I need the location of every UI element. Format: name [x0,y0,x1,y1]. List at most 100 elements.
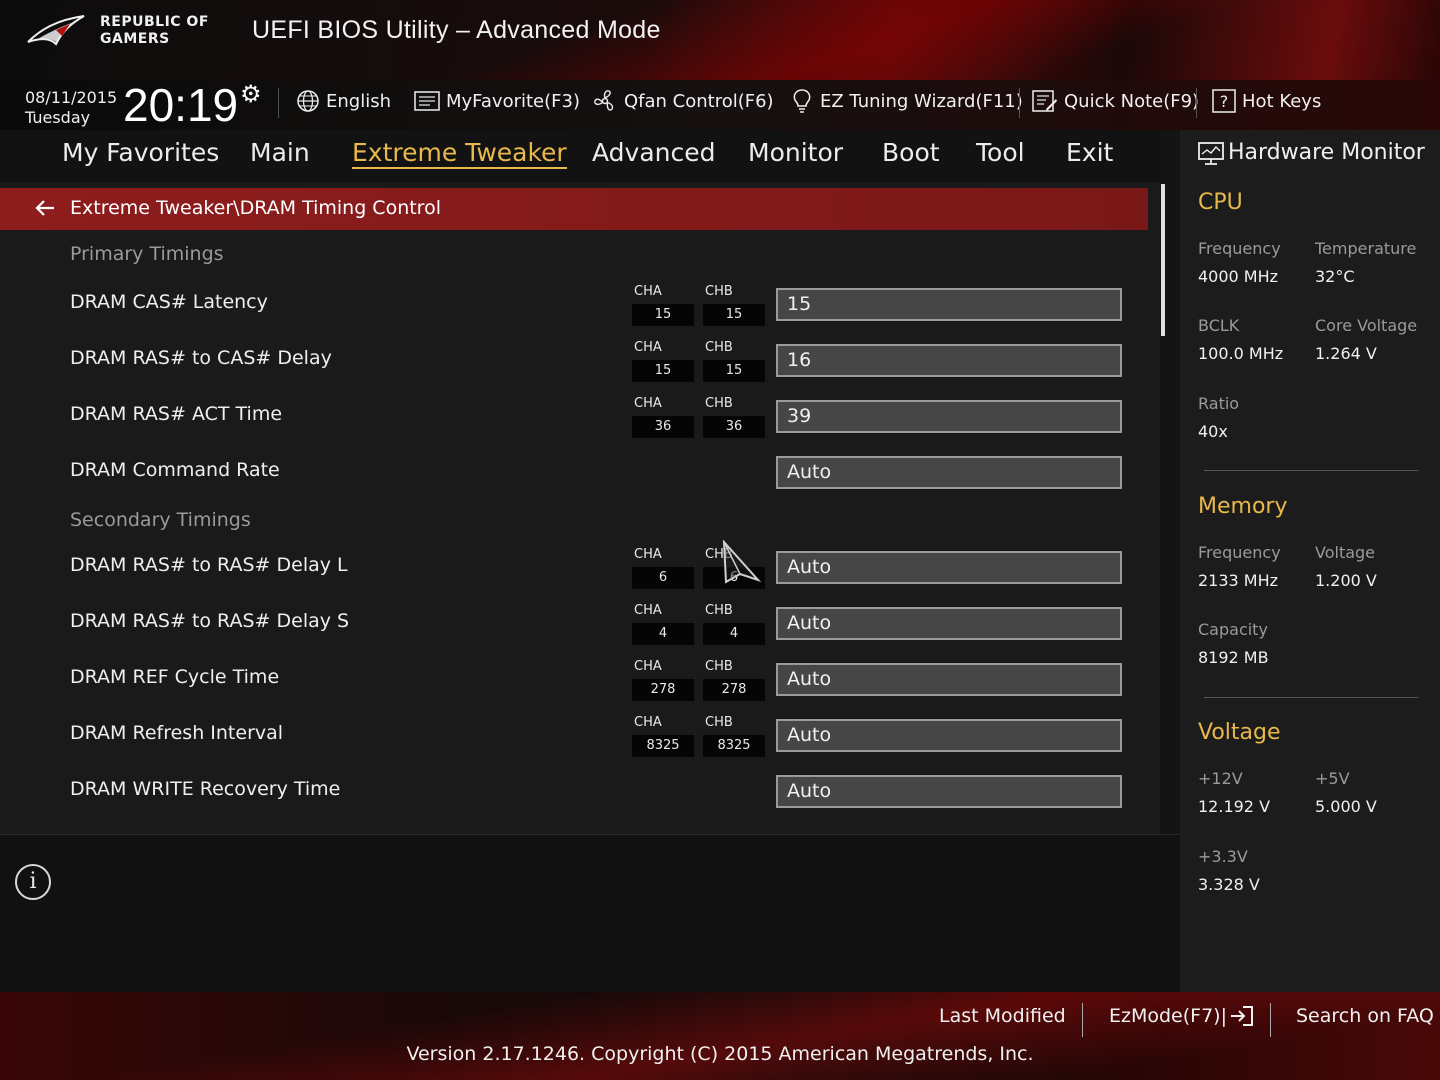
cha-value: 4 [632,623,694,645]
v12-label: +12V [1198,769,1243,788]
row-label-ras-to-ras-delay-l[interactable]: DRAM RAS# to RAS# Delay L [70,554,348,576]
ras-to-ras-delay-l-select[interactable]: Auto [776,551,1122,584]
cpu-frequency-value: 4000 MHz [1198,267,1279,286]
row-label-ref-cycle-time[interactable]: DRAM REF Cycle Time [70,666,279,688]
ez-tuning-wizard-button[interactable]: EZ Tuning Wizard(F11) [790,88,1023,114]
ratio-value: 40x [1198,422,1228,441]
chb-indicator: CHB 15 [703,340,765,382]
main-nav: My Favorites Main Extreme Tweaker Advanc… [0,130,1160,182]
memory-frequency-label: Frequency [1198,543,1281,562]
cha-value: 278 [632,679,694,701]
divider [1204,470,1418,471]
core-voltage-value: 1.264 V [1315,344,1377,363]
question-icon: ? [1212,89,1236,113]
chb-label: CHB [705,603,733,618]
row-label-ras-act-time[interactable]: DRAM RAS# ACT Time [70,403,282,425]
ref-cycle-time-select[interactable]: Auto [776,663,1122,696]
ezmode-button[interactable]: EzMode(F7)| [1109,1005,1255,1027]
search-faq-button[interactable]: Search on FAQ [1296,1005,1434,1027]
divider [1204,697,1418,698]
cha-indicator: CHA 36 [632,396,694,438]
v12-value: 12.192 V [1198,797,1271,816]
memory-section-title: Memory [1198,494,1288,519]
hot-keys-label: Hot Keys [1242,90,1322,112]
breadcrumb-path: Extreme Tweaker\DRAM Timing Control [70,197,441,219]
tab-my-favorites[interactable]: My Favorites [62,138,219,167]
v33-value: 3.328 V [1198,875,1260,894]
row-label-write-recovery-time[interactable]: DRAM WRITE Recovery Time [70,778,340,800]
language-button[interactable]: English [296,88,391,114]
cha-value: 6 [632,567,694,589]
ras-to-cas-delay-input[interactable]: 16 [776,344,1122,377]
cha-label: CHA [634,715,662,730]
cha-label: CHA [634,340,662,355]
favorite-list-icon [414,91,440,111]
chb-value: 36 [703,416,765,438]
refresh-interval-select[interactable]: Auto [776,719,1122,752]
section-secondary-timings: Secondary Timings [70,509,251,531]
ras-to-ras-delay-s-select[interactable]: Auto [776,607,1122,640]
cha-indicator: CHA 6 [632,547,694,589]
cha-indicator: CHA 15 [632,340,694,382]
chb-indicator: CHB 36 [703,396,765,438]
command-rate-select[interactable]: Auto [776,456,1122,489]
brand-text: REPUBLIC OF GAMERS [100,14,209,48]
chb-label: CHB [705,659,733,674]
tab-tool[interactable]: Tool [976,138,1025,167]
chb-value: 15 [703,360,765,382]
row-label-ras-to-cas-delay[interactable]: DRAM RAS# to CAS# Delay [70,347,332,369]
app-title: UEFI BIOS Utility – Advanced Mode [252,16,661,44]
cha-label: CHA [634,603,662,618]
write-recovery-time-select[interactable]: Auto [776,775,1122,808]
qfan-control-label: Qfan Control(F6) [624,90,774,112]
row-label-refresh-interval[interactable]: DRAM Refresh Interval [70,722,283,744]
toolbar: 08/11/2015 Tuesday 20:19 ⚙ English MyFav… [0,79,1440,131]
chb-label: CHB [705,715,733,730]
info-icon[interactable]: i [15,864,51,900]
exit-arrow-icon [1231,1006,1253,1026]
chb-indicator: CHB 15 [703,284,765,326]
cha-label: CHA [634,659,662,674]
memory-voltage-value: 1.200 V [1315,571,1377,590]
chb-value: 8325 [703,735,765,757]
myfavorite-button[interactable]: MyFavorite(F3) [414,88,580,114]
cpu-section-title: CPU [1198,190,1243,215]
tab-advanced[interactable]: Advanced [592,138,716,167]
row-label-command-rate[interactable]: DRAM Command Rate [70,459,280,481]
tab-extreme-tweaker[interactable]: Extreme Tweaker [352,138,567,169]
quick-note-button[interactable]: Quick Note(F9) [1032,88,1199,114]
cas-latency-input[interactable]: 15 [776,288,1122,321]
row-label-cas-latency[interactable]: DRAM CAS# Latency [70,291,268,313]
bclk-value: 100.0 MHz [1198,344,1284,363]
v5-value: 5.000 V [1315,797,1377,816]
mouse-cursor-icon [722,540,762,584]
tab-exit[interactable]: Exit [1066,138,1113,167]
tab-boot[interactable]: Boot [882,138,940,167]
svg-text:?: ? [1220,92,1229,111]
row-label-ras-to-ras-delay-s[interactable]: DRAM RAS# to RAS# Delay S [70,610,349,632]
memory-frequency-value: 2133 MHz [1198,571,1279,590]
hot-keys-button[interactable]: ? Hot Keys [1212,88,1321,114]
memory-voltage-label: Voltage [1315,543,1376,562]
gear-icon[interactable]: ⚙ [240,80,262,108]
last-modified-button[interactable]: Last Modified [939,1005,1066,1027]
bclk-label: BCLK [1198,316,1240,335]
scrollbar[interactable] [1161,184,1165,336]
footer-divider [1270,1003,1271,1037]
cha-label: CHA [634,284,662,299]
ras-act-time-input[interactable]: 39 [776,400,1122,433]
tab-monitor[interactable]: Monitor [748,138,843,167]
cpu-frequency-label: Frequency [1198,239,1281,258]
tab-main[interactable]: Main [250,138,310,167]
hardware-monitor-title: Hardware Monitor [1228,140,1425,165]
back-arrow-icon[interactable] [34,198,56,218]
cpu-temperature-label: Temperature [1315,239,1417,258]
memory-capacity-label: Capacity [1198,620,1268,639]
qfan-control-button[interactable]: Qfan Control(F6) [592,88,774,114]
rog-eye-logo-icon [27,15,85,46]
cha-indicator: CHA 15 [632,284,694,326]
brand-line-1: REPUBLIC OF [100,14,209,30]
cha-value: 15 [632,304,694,326]
lightbulb-icon [793,89,811,113]
note-icon [1032,90,1057,112]
